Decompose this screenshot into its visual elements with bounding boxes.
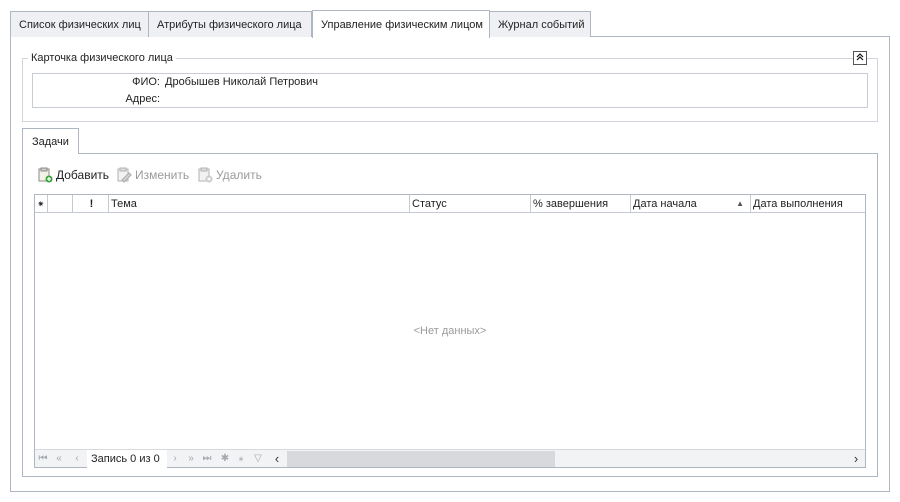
- record-counter: Запись 0 из 0: [87, 450, 167, 468]
- person-card-title: Карточка физического лица: [28, 52, 176, 64]
- filter-icon[interactable]: ▽: [252, 450, 264, 468]
- grid-navigator: ⏮ « ‹ Запись 0 из 0 › » ⏭ ✱ ⁎ ▽ ‹ ›: [35, 449, 865, 468]
- grid-header: ⁕ ! Тема Статус % завершения Дата начала…: [35, 195, 865, 213]
- add-task-icon: [37, 167, 53, 183]
- column-header-start-date[interactable]: Дата начала ▲: [631, 195, 751, 213]
- address-label: Адрес:: [125, 93, 160, 105]
- column-header-newrow[interactable]: ⁕: [35, 195, 48, 213]
- horizontal-scrollbar-thumb[interactable]: [287, 451, 555, 467]
- edit-task-icon: [116, 167, 132, 183]
- prev-record-icon[interactable]: ‹: [71, 450, 83, 468]
- column-header-subject[interactable]: Тема: [109, 195, 410, 213]
- main-tabs: Список физических лиц Атрибуты физическо…: [10, 10, 890, 38]
- insert-record-icon[interactable]: ⁎: [235, 450, 247, 468]
- tab-person-attributes[interactable]: Атрибуты физического лица: [148, 11, 312, 37]
- tab-persons-list[interactable]: Список физических лиц: [10, 11, 149, 37]
- edit-button[interactable]: Изменить: [116, 166, 189, 184]
- append-record-icon[interactable]: ✱: [219, 450, 231, 468]
- scroll-right-icon[interactable]: ›: [850, 450, 862, 468]
- first-record-icon[interactable]: ⏮: [37, 450, 49, 468]
- collapse-button[interactable]: [853, 51, 867, 65]
- empty-grid-text: <Нет данных>: [413, 325, 487, 337]
- column-header-percent[interactable]: % завершения: [531, 195, 631, 213]
- column-header-priority[interactable]: !: [73, 195, 109, 213]
- edit-button-label: Изменить: [135, 168, 190, 182]
- prev-page-icon[interactable]: «: [53, 450, 65, 468]
- next-record-icon[interactable]: ›: [169, 450, 181, 468]
- scroll-left-icon[interactable]: ‹: [271, 450, 283, 468]
- delete-button-label: Удалить: [216, 168, 262, 182]
- delete-task-icon: [197, 167, 213, 183]
- column-header-icon[interactable]: [48, 195, 73, 213]
- delete-button[interactable]: Удалить: [197, 166, 262, 184]
- tab-event-log[interactable]: Журнал событий: [489, 11, 591, 37]
- last-record-icon[interactable]: ⏭: [201, 450, 213, 468]
- chevron-up-icon: [855, 53, 865, 65]
- start-date-label: Дата начала: [633, 198, 697, 210]
- tab-person-management[interactable]: Управление физическим лицом: [312, 10, 490, 38]
- add-button[interactable]: Добавить: [37, 166, 109, 184]
- sort-ascending-icon: ▲: [736, 199, 744, 208]
- column-header-due-date[interactable]: Дата выполнения: [751, 195, 865, 213]
- next-page-icon[interactable]: »: [185, 450, 197, 468]
- fio-label: ФИО:: [132, 76, 160, 88]
- add-button-label: Добавить: [56, 168, 110, 182]
- column-header-status[interactable]: Статус: [410, 195, 531, 213]
- tab-tasks[interactable]: Задачи: [22, 128, 79, 154]
- fio-value: Дробышев Николай Петрович: [165, 76, 319, 88]
